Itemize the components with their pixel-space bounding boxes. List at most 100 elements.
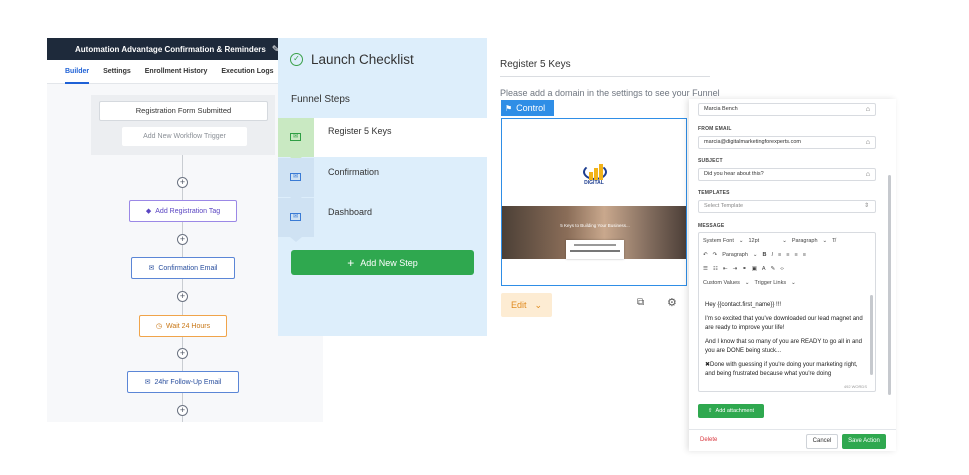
trigger-links-select[interactable]: Trigger Links — [755, 280, 787, 286]
redo-icon[interactable]: ↷ — [713, 252, 718, 258]
control-badge: ⚑ Control — [501, 100, 554, 116]
chevron-down-icon: ⌄ — [791, 280, 796, 286]
tag-icon[interactable]: ⌂ — [866, 169, 870, 180]
mail-icon: ✉ — [148, 265, 155, 272]
step-label: Register 5 Keys — [328, 126, 392, 136]
add-trigger-button[interactable]: Add New Workflow Trigger — [122, 127, 247, 146]
subject-label: SUBJECT — [698, 158, 723, 164]
add-step-plus-icon[interactable]: + — [177, 291, 188, 302]
tab-enrollment-history[interactable]: Enrollment History — [145, 60, 208, 84]
node-label: Add Registration Tag — [155, 207, 221, 215]
node-confirmation-email[interactable]: ✉ Confirmation Email — [131, 257, 235, 279]
mail-icon: ✉ — [144, 379, 151, 386]
workflow-title: Automation Advantage Confirmation & Remi… — [75, 44, 266, 54]
domain-notice: Please add a domain in the settings to s… — [500, 88, 720, 98]
align-justify-icon[interactable]: ≡ — [803, 252, 806, 258]
add-new-step-button[interactable]: + Add New Step — [291, 250, 474, 275]
page-preview-thumbnail[interactable]: DIGITAL 5 Keys to Building Your Business… — [501, 118, 687, 286]
align-right-icon[interactable]: ≡ — [794, 252, 797, 258]
external-link-icon[interactable]: ⧉ — [637, 297, 644, 308]
block-select[interactable]: Paragraph — [792, 238, 818, 244]
toolbar-row-4: Custom Values ⌄ Trigger Links ⌄ — [699, 276, 875, 290]
link-icon[interactable]: ⚭ — [742, 266, 747, 272]
text-color-icon[interactable]: A — [762, 266, 766, 272]
add-step-plus-icon[interactable]: + — [177, 234, 188, 245]
clear-format-icon[interactable]: T̸ — [832, 238, 835, 244]
tag-icon[interactable]: ⌂ — [866, 137, 870, 148]
message-body[interactable]: Hey {{contact.first_name}} !!! I'm so ex… — [705, 301, 865, 384]
editor-scrollbar[interactable] — [870, 295, 873, 375]
select-arrow-icon: ⇕ — [863, 203, 869, 209]
add-attachment-button[interactable]: ⇧ Add attachment — [698, 404, 764, 418]
checklist-title: ✓ Launch Checklist — [290, 52, 414, 67]
funnel-step-register[interactable]: ✉ Register 5 Keys — [278, 118, 487, 162]
add-step-plus-icon[interactable]: + — [177, 177, 188, 188]
node-label: Confirmation Email — [158, 264, 218, 272]
panel-scrollbar[interactable] — [888, 175, 891, 395]
chevron-down-icon: ⌄ — [822, 238, 828, 244]
node-wait-24-hours[interactable]: ◷ Wait 24 Hours — [139, 315, 227, 337]
word-count: 492 WORDS — [843, 384, 867, 389]
from-name-field[interactable]: Marcia Bench ⌂ — [698, 103, 876, 116]
tag-icon: ◆ — [145, 208, 152, 215]
funnel-step-panel: Register 5 Keys Please add a domain in t… — [487, 38, 723, 336]
custom-values-select[interactable]: Custom Values — [703, 280, 740, 286]
gear-icon[interactable]: ⚙ — [667, 296, 677, 309]
mail-icon: ✉ — [290, 133, 301, 141]
tag-icon[interactable]: ⌂ — [866, 104, 870, 115]
email-action-panel: Marcia Bench ⌂ FROM EMAIL marcia@digital… — [689, 99, 896, 451]
save-action-button[interactable]: Save Action — [842, 434, 886, 449]
align-left-icon[interactable]: ≡ — [778, 252, 781, 258]
outdent-icon[interactable]: ⇤ — [723, 266, 728, 272]
templates-label: TEMPLATES — [698, 190, 730, 196]
indent-icon[interactable]: ⇥ — [732, 266, 737, 272]
tab-builder[interactable]: Builder — [65, 60, 90, 84]
add-step-plus-icon[interactable]: + — [177, 348, 188, 359]
logo-text: DIGITAL — [584, 180, 604, 186]
node-followup-email[interactable]: ✉ 24hr Follow-Up Email — [127, 371, 239, 393]
funnel-step-confirmation[interactable]: ✉ Confirmation — [278, 158, 487, 202]
align-center-icon[interactable]: ≡ — [786, 252, 789, 258]
plus-icon: + — [347, 255, 355, 270]
workflow-trigger[interactable]: Registration Form Submitted — [99, 101, 268, 121]
bullet-list-icon[interactable]: ☰ — [703, 266, 708, 272]
undo-icon[interactable]: ↶ — [703, 252, 708, 258]
subject-field[interactable]: Did you hear about this? ⌂ — [698, 168, 876, 181]
chevron-down-icon: ⌄ — [782, 238, 787, 244]
edit-dropdown-button[interactable]: Edit ⌄ — [501, 293, 552, 317]
template-select[interactable]: Select Template ⇕ — [698, 200, 876, 213]
paragraph-select[interactable]: Paragraph — [722, 252, 748, 258]
italic-icon[interactable]: I — [772, 252, 774, 258]
action-footer: Delete Cancel Save Action — [689, 429, 896, 451]
toolbar-row-1: System Font ⌄ 12pt ⌄ Paragraph ⌄ T̸ — [699, 234, 875, 248]
cancel-button[interactable]: Cancel — [806, 434, 838, 449]
flag-icon: ⚑ — [505, 103, 513, 113]
check-circle-icon: ✓ — [290, 53, 303, 66]
add-step-plus-icon[interactable]: + — [177, 405, 188, 416]
delete-button[interactable]: Delete — [700, 437, 717, 443]
node-label: Wait 24 Hours — [166, 322, 211, 330]
tab-settings[interactable]: Settings — [103, 60, 131, 84]
message-label: MESSAGE — [698, 223, 725, 229]
tab-execution-logs[interactable]: Execution Logs — [221, 60, 273, 84]
step-label: Dashboard — [328, 207, 373, 217]
code-icon[interactable]: ‹› — [780, 266, 784, 272]
node-add-registration-tag[interactable]: ◆ Add Registration Tag — [129, 200, 237, 222]
numbered-list-icon[interactable]: ☷ — [713, 266, 718, 272]
node-label: 24hr Follow-Up Email — [154, 378, 222, 386]
toolbar-row-2: ↶ ↷ Paragraph ⌄ B I ≡ ≡ ≡ ≡ — [699, 248, 875, 262]
step-label: Confirmation — [328, 167, 380, 177]
bold-icon[interactable]: B — [763, 252, 767, 258]
message-editor[interactable]: System Font ⌄ 12pt ⌄ Paragraph ⌄ T̸ ↶ ↷ … — [698, 232, 876, 392]
funnel-step-dashboard[interactable]: ✉ Dashboard — [278, 198, 487, 242]
from-email-field[interactable]: marcia@digitalmarketingforexperts.com ⌂ — [698, 136, 876, 149]
size-select[interactable]: 12pt — [748, 238, 759, 244]
font-select[interactable]: System Font — [703, 238, 734, 244]
upload-icon: ⇧ — [707, 408, 713, 414]
funnel-step-title: Register 5 Keys — [500, 59, 571, 70]
chevron-down-icon: ⌄ — [534, 299, 543, 310]
highlight-icon[interactable]: ✎ — [771, 266, 776, 272]
image-icon[interactable]: ▣ — [752, 266, 757, 272]
chevron-down-icon: ⌄ — [738, 238, 744, 244]
from-email-label: FROM EMAIL — [698, 126, 732, 132]
